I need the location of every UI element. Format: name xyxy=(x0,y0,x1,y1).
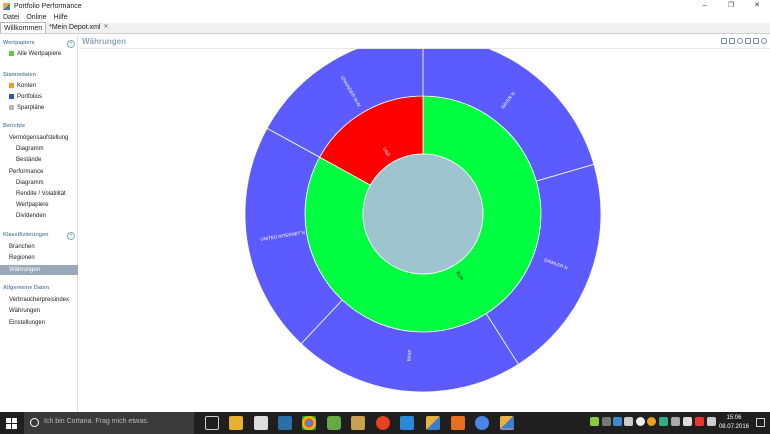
app-icon-gold[interactable] xyxy=(351,416,365,430)
add-classification-icon[interactable]: + xyxy=(67,232,75,240)
section-stammdaten: Stammdaten xyxy=(3,72,37,78)
menu-hilfe[interactable]: Hilfe xyxy=(54,14,68,21)
tray-circle-icon[interactable] xyxy=(636,417,645,426)
chrome-icon[interactable] xyxy=(302,416,316,430)
menu-bar: Datei Online Hilfe xyxy=(0,12,770,22)
sidebar-item-portfolios[interactable]: Portfolios xyxy=(9,92,42,102)
image-export-icon[interactable] xyxy=(753,38,759,44)
cortana-search-box[interactable]: Ich bin Cortana. Frag mich etwas. xyxy=(24,412,194,434)
calculator-icon[interactable] xyxy=(254,416,268,430)
sidebar-item-waehrungen[interactable]: Währungen xyxy=(0,265,78,275)
portfolio-icon xyxy=(9,93,14,99)
security-icon xyxy=(9,50,14,56)
treemap-view-icon[interactable] xyxy=(729,38,735,44)
section-allgemeine-daten: Allgemeine Daten xyxy=(3,285,50,291)
account-icon xyxy=(9,82,14,88)
section-klassifizierungen: Klassifizierungen xyxy=(3,232,49,238)
sidebar-item-regionen[interactable]: Regionen xyxy=(9,253,35,263)
section-wertpapiere: Wertpapiere xyxy=(3,40,35,46)
center-circle xyxy=(362,153,484,275)
close-button[interactable]: ✕ xyxy=(744,0,770,12)
app-icon xyxy=(3,2,10,10)
tab-close-icon[interactable]: ✕ xyxy=(103,22,108,33)
tray-red-icon[interactable] xyxy=(695,417,704,426)
sidebar-item-alle-wertpapiere[interactable]: Alle Wertpapiere xyxy=(9,49,61,59)
page-title: Währungen xyxy=(82,37,126,46)
window-controls: – ❐ ✕ xyxy=(692,0,770,12)
portfolio-performance-active-icon[interactable] xyxy=(500,416,514,430)
sidebar-item-dividenden[interactable]: Dividenden xyxy=(16,211,46,221)
pie-view-icon[interactable] xyxy=(745,38,751,44)
app-icon-red[interactable] xyxy=(376,416,390,430)
minimize-button[interactable]: – xyxy=(692,0,718,12)
sidebar-item-rendite-volatilitaet[interactable]: Rendite / Volatilität xyxy=(16,189,66,199)
sunburst-chart: BAYER NDAIMLER NBASFUNITED INTERNET NGRA… xyxy=(244,49,602,393)
sidebar-item-verbraucherpreisindex[interactable]: Verbraucherpreisindex xyxy=(9,295,69,305)
maximize-button[interactable]: ❐ xyxy=(718,0,744,12)
cortana-icon xyxy=(30,418,39,427)
tray-green-icon[interactable] xyxy=(659,417,668,426)
taskbar-clock[interactable]: 15:06 08.07.2016 xyxy=(719,414,749,432)
tab-mein-depot[interactable]: *Mein Depot.xml ✕ xyxy=(46,22,111,33)
clock-date: 08.07.2016 xyxy=(718,424,749,430)
view-toolbar xyxy=(721,38,767,44)
sidebar-item-konten[interactable]: Konten xyxy=(9,81,36,91)
section-berichte: Berichte xyxy=(3,123,26,129)
sidebar-item-branchen[interactable]: Branchen xyxy=(9,242,35,252)
sidebar-item-einstellungen[interactable]: Einstellungen xyxy=(9,318,45,328)
sidebar-item-sparplaene[interactable]: Sparpläne xyxy=(9,103,44,113)
keyboard-icon[interactable] xyxy=(707,417,716,426)
sunburst-view-icon[interactable] xyxy=(737,38,743,44)
sidebar: Wertpapiere + Alle Wertpapiere Stammdate… xyxy=(0,35,78,412)
window-title: Portfolio Performance xyxy=(14,2,82,10)
network-icon[interactable] xyxy=(671,417,680,426)
sidebar-item-diagramm[interactable]: Diagramm xyxy=(16,144,44,154)
tray-orange-icon[interactable] xyxy=(647,417,656,426)
download-icon[interactable] xyxy=(451,416,465,430)
sidebar-item-bestaende[interactable]: Bestände xyxy=(16,155,41,165)
tray-usb-icon[interactable] xyxy=(602,417,611,426)
tray-app-icon[interactable] xyxy=(590,417,599,426)
tab-bar: Willkommen *Mein Depot.xml ✕ xyxy=(0,22,770,34)
portfolio-performance-icon[interactable] xyxy=(426,416,440,430)
gear-icon[interactable] xyxy=(761,38,767,44)
mail-icon[interactable] xyxy=(400,416,414,430)
table-view-icon[interactable] xyxy=(721,38,727,44)
steam-icon[interactable] xyxy=(278,416,292,430)
sidebar-item-wertpapiere[interactable]: Wertpapiere xyxy=(16,200,49,210)
sidebar-item-vermoegensaufstellung[interactable]: Vermögensaufstellung xyxy=(9,133,68,143)
tab-label: Willkommen xyxy=(4,24,43,32)
chrome-profile-icon[interactable] xyxy=(475,416,489,430)
tab-willkommen[interactable]: Willkommen xyxy=(0,22,47,33)
menu-online[interactable]: Online xyxy=(26,14,46,21)
file-explorer-icon[interactable] xyxy=(229,416,243,430)
sidebar-item-waehrungen-stammdaten[interactable]: Währungen xyxy=(9,306,40,316)
menu-datei[interactable]: Datei xyxy=(3,14,19,21)
volume-icon[interactable] xyxy=(624,417,633,426)
clock-time: 15:06 xyxy=(726,415,742,421)
sidebar-item-performance-diagramm[interactable]: Diagramm xyxy=(16,178,44,188)
task-view-icon[interactable] xyxy=(205,416,219,430)
tab-label: *Mein Depot.xml xyxy=(49,24,101,31)
bluetooth-icon[interactable] xyxy=(613,417,622,426)
speaker-icon[interactable] xyxy=(683,417,692,426)
notification-center-icon[interactable] xyxy=(756,418,765,427)
cortana-search-placeholder: Ich bin Cortana. Frag mich etwas. xyxy=(44,418,149,425)
title-bar: Portfolio Performance – ❐ ✕ xyxy=(0,0,770,12)
minecraft-icon[interactable] xyxy=(327,416,341,430)
taskbar: Ich bin Cortana. Frag mich etwas. 15:06 … xyxy=(0,412,770,434)
savings-plan-icon xyxy=(9,104,14,110)
sidebar-item-performance[interactable]: Performance xyxy=(9,167,43,177)
add-wertpapier-icon[interactable]: + xyxy=(67,40,75,48)
windows-start-icon[interactable] xyxy=(6,418,17,429)
main-panel: Währungen BAYER N DAIMLER N BASF UNITED INT… xyxy=(79,35,770,412)
